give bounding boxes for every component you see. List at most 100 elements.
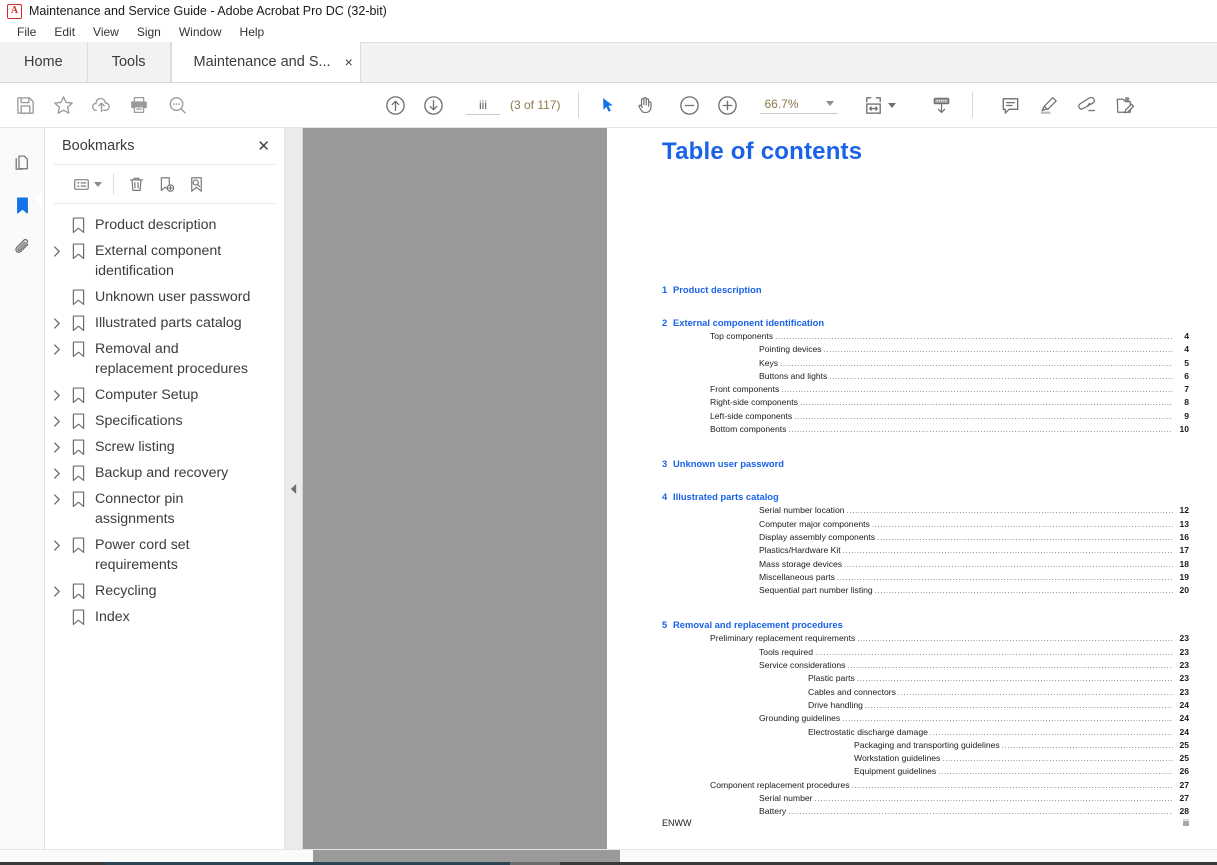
toc-entry[interactable]: Mass storage devices ...................… (662, 558, 1189, 571)
fill-and-sign-icon[interactable] (1105, 86, 1143, 124)
bookmark-options-icon[interactable] (66, 169, 96, 199)
toc-chapter-heading[interactable]: 1 Product description (662, 284, 1189, 295)
toc-entry[interactable]: Electrostatic discharge damage .........… (662, 726, 1189, 739)
toc-entry[interactable]: Tools required .........................… (662, 646, 1189, 659)
download-icon[interactable] (922, 86, 960, 124)
delete-bookmark-icon[interactable] (121, 169, 151, 199)
attachments-icon[interactable] (3, 226, 41, 268)
bookmark-item[interactable]: Screw listing (45, 434, 284, 460)
toc-entry[interactable]: Top components .........................… (662, 330, 1189, 343)
cursor-arrow-icon[interactable] (588, 86, 626, 124)
toc-entry[interactable]: Cables and connectors ..................… (662, 686, 1189, 699)
bookmark-list[interactable]: Product description External component i… (45, 204, 284, 849)
bookmark-item[interactable]: Product description (45, 212, 284, 238)
bookmark-item[interactable]: Index (45, 604, 284, 630)
bookmark-item[interactable]: Removal and replacement procedures (45, 336, 284, 382)
toc-entry[interactable]: Front components .......................… (662, 383, 1189, 396)
toc-entry[interactable]: Display assembly components ............… (662, 531, 1189, 544)
toc-entry[interactable]: Sequential part number listing .........… (662, 584, 1189, 597)
toc-entry[interactable]: Plastics/Hardware Kit ..................… (662, 544, 1189, 557)
expand-chevron-icon[interactable] (45, 339, 67, 356)
toc-entry[interactable]: Workstation guidelines .................… (662, 752, 1189, 765)
tab-tools[interactable]: Tools (87, 42, 171, 82)
toc-entry[interactable]: Bottom components ......................… (662, 423, 1189, 436)
toc-entry[interactable]: Service considerations .................… (662, 659, 1189, 672)
expand-chevron-icon[interactable] (45, 437, 67, 454)
bookmark-item[interactable]: Recycling (45, 578, 284, 604)
toc-entry[interactable]: Component replacement procedures .......… (662, 779, 1189, 792)
zoom-level-select[interactable]: 66.7% (760, 97, 839, 114)
menu-view[interactable]: View (84, 23, 128, 41)
zoom-out-button[interactable] (670, 86, 708, 124)
close-panel-icon[interactable]: ✕ (257, 139, 270, 154)
comment-icon[interactable] (991, 86, 1029, 124)
expand-chevron-icon[interactable] (45, 581, 67, 598)
toc-entry[interactable]: Serial number location .................… (662, 504, 1189, 517)
chevron-down-icon[interactable] (826, 101, 835, 106)
zoom-in-button[interactable] (708, 86, 746, 124)
page-number-input[interactable] (466, 95, 500, 115)
expand-chevron-icon[interactable] (45, 313, 67, 330)
new-bookmark-icon[interactable] (151, 169, 181, 199)
toc-entry[interactable]: Left-side components ...................… (662, 410, 1189, 423)
toc-chapter-heading[interactable]: 5 Removal and replacement procedures (662, 619, 1189, 630)
toc-entry[interactable]: Packaging and transporting guidelines ..… (662, 739, 1189, 752)
expand-chevron-icon[interactable] (45, 241, 67, 258)
bookmark-item[interactable]: Unknown user password (45, 284, 284, 310)
expand-chevron-icon[interactable] (45, 535, 67, 552)
bookmark-item[interactable]: Connector pin assignments (45, 486, 284, 532)
print-icon[interactable] (120, 86, 158, 124)
draw-icon[interactable] (1067, 86, 1105, 124)
cloud-upload-icon[interactable] (82, 86, 120, 124)
toc-chapter-heading[interactable]: 4 Illustrated parts catalog (662, 491, 1189, 502)
toc-entry[interactable]: Plastic parts ..........................… (662, 672, 1189, 685)
menu-window[interactable]: Window (170, 23, 231, 41)
previous-page-button[interactable] (376, 86, 414, 124)
tab-home[interactable]: Home (0, 42, 88, 82)
toc-entry[interactable]: Drive handling .........................… (662, 699, 1189, 712)
bookmark-options-chevron-icon[interactable] (94, 181, 102, 187)
fit-page-icon[interactable] (854, 86, 892, 124)
fit-page-chevron-icon[interactable] (888, 102, 897, 108)
toc-entry[interactable]: Serial number ..........................… (662, 792, 1189, 805)
toc-entry[interactable]: Battery ................................… (662, 805, 1189, 818)
panel-collapse-handle[interactable] (285, 128, 303, 849)
search-icon[interactable] (158, 86, 196, 124)
expand-chevron-icon[interactable] (45, 463, 67, 480)
toc-entry[interactable]: Grounding guidelines ...................… (662, 712, 1189, 725)
save-icon[interactable] (6, 86, 44, 124)
toc-entry[interactable]: Pointing devices .......................… (662, 343, 1189, 356)
menu-file[interactable]: File (8, 23, 45, 41)
toc-entry[interactable]: Buttons and lights .....................… (662, 370, 1189, 383)
menu-sign[interactable]: Sign (128, 23, 170, 41)
close-tab-icon[interactable]: × (345, 55, 353, 69)
toc-chapter-heading[interactable]: 3 Unknown user password (662, 458, 1189, 469)
star-icon[interactable] (44, 86, 82, 124)
toc-entry[interactable]: Miscellaneous parts ....................… (662, 571, 1189, 584)
horizontal-scrollbar[interactable] (0, 849, 1217, 863)
next-page-button[interactable] (414, 86, 452, 124)
find-bookmark-icon[interactable] (181, 169, 211, 199)
page-thumbnails-icon[interactable] (3, 142, 41, 184)
bookmark-item[interactable]: Specifications (45, 408, 284, 434)
toc-chapter-heading[interactable]: 2 External component identification (662, 317, 1189, 328)
toc-entry[interactable]: Keys ...................................… (662, 357, 1189, 370)
bookmark-item[interactable]: Computer Setup (45, 382, 284, 408)
bookmark-item[interactable]: Power cord set requirements (45, 532, 284, 578)
tab-document[interactable]: Maintenance and S... × (170, 42, 361, 82)
toc-entry[interactable]: Computer major components ..............… (662, 518, 1189, 531)
page-number-field[interactable]: (3 of 117) (466, 95, 560, 115)
toc-entry[interactable]: Right-side components ..................… (662, 396, 1189, 409)
expand-chevron-icon[interactable] (45, 411, 67, 428)
menu-edit[interactable]: Edit (45, 23, 84, 41)
expand-chevron-icon[interactable] (45, 489, 67, 506)
bookmark-item[interactable]: Backup and recovery (45, 460, 284, 486)
expand-chevron-icon[interactable] (45, 385, 67, 402)
toc-entry[interactable]: Equipment guidelines ...................… (662, 765, 1189, 778)
toc-entry[interactable]: Preliminary replacement requirements ...… (662, 632, 1189, 645)
bookmark-item[interactable]: Illustrated parts catalog (45, 310, 284, 336)
highlight-icon[interactable] (1029, 86, 1067, 124)
bookmarks-icon[interactable] (3, 184, 42, 226)
hand-icon[interactable] (626, 86, 664, 124)
menu-help[interactable]: Help (231, 23, 274, 41)
